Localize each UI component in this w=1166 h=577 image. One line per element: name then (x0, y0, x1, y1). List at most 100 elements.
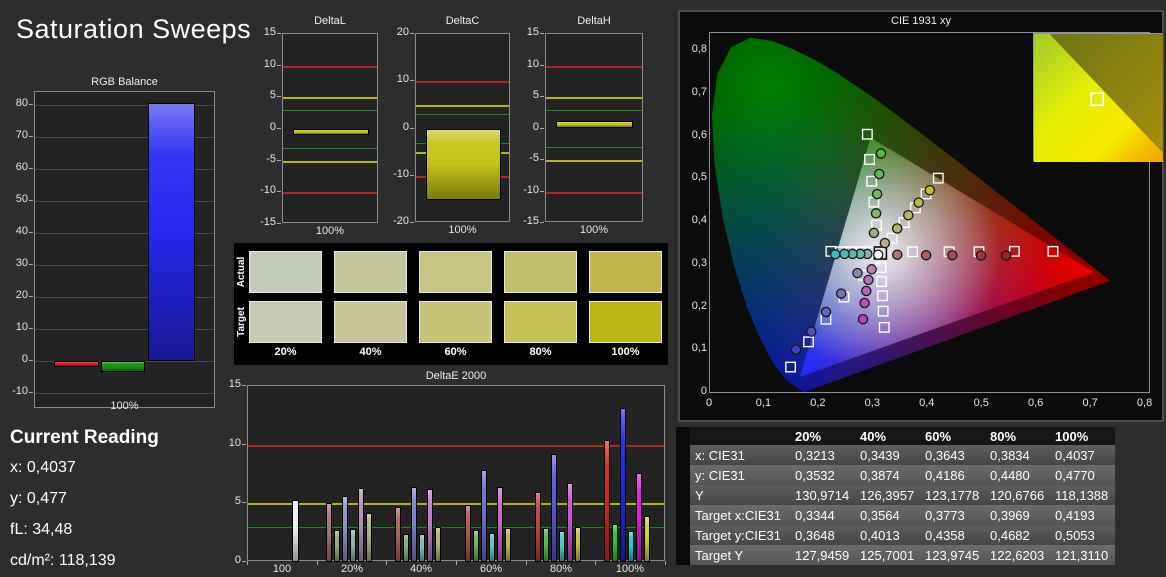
delta-e-bar-80%-1 (543, 528, 549, 562)
y-tick-mark (410, 174, 414, 176)
y-tick-mark (242, 561, 246, 562)
value-cell: 0,3834 (985, 445, 1050, 465)
delta-c-plot (415, 33, 510, 222)
y-tick-label: 20 (396, 26, 409, 38)
y-tick-label: 60 (15, 160, 28, 173)
y-tick-mark (277, 96, 281, 98)
row-marker-cell (676, 485, 690, 505)
measured-marker-magenta (859, 297, 870, 309)
y-tick-label: 10 (396, 73, 409, 86)
y-tick-label: -10 (523, 183, 539, 196)
cie-y-tick-label: 0,2 (691, 299, 707, 312)
y-tick-mark (277, 33, 281, 34)
y-tick-mark (29, 231, 33, 233)
value-cell: 123,1778 (920, 485, 985, 505)
cie-y-tick-label: 0,1 (691, 342, 707, 355)
delta-e-group-label: 60% (479, 563, 503, 575)
delta-e-bar-100%-5 (644, 516, 650, 562)
y-tick-label: 0 (234, 554, 241, 566)
swatch-actual-80% (504, 251, 577, 293)
table-row: Target y:CIE31 0,3648 0,4013 0,4358 0,4682 0,… (676, 525, 1115, 545)
y-tick-label: 5 (234, 495, 241, 508)
row-marker-cell (676, 525, 690, 545)
y-tick-label: -10 (12, 384, 28, 397)
delta-e-group-label: 20% (340, 563, 364, 575)
y-tick-label: 30 (15, 256, 28, 269)
y-tick-label: -10 (260, 184, 276, 197)
table-row: y: CIE31 0,3532 0,3874 0,4186 0,4480 0,4770 (676, 465, 1115, 485)
delta-e-bar-100%-0 (604, 440, 610, 562)
measured-marker-yellow (879, 237, 891, 249)
value-cell: 0,4193 (1050, 505, 1115, 525)
measured-marker-yellow (924, 184, 936, 196)
delta-e-bar-40%-0 (395, 507, 401, 562)
bar-100% (556, 120, 633, 129)
y-tick-mark (29, 103, 33, 105)
delta-e-bar-20%-3 (350, 529, 356, 562)
cie-x-tick-label: 0,4 (919, 397, 935, 409)
measured-marker-magenta (861, 285, 872, 297)
y-tick-label: 80 (15, 96, 28, 109)
header-cell-80%: 80% (985, 427, 1050, 445)
limit-line-1d8a1d (546, 110, 642, 111)
delta-e-bar-60%-2 (481, 470, 487, 562)
measured-marker-blue (820, 306, 832, 318)
y-tick-mark (277, 191, 281, 193)
row-label-cell: y: CIE31 (690, 465, 790, 485)
table-row: x: CIE31 0,3213 0,3439 0,3643 0,3834 0,4037 (676, 445, 1115, 465)
limit-line-b5b517 (416, 105, 509, 107)
value-cell: 122,6203 (985, 545, 1050, 565)
swatch-column-label: 40% (359, 346, 382, 358)
value-cell: 126,3957 (855, 485, 920, 505)
delta-e-bar-100-0 (292, 500, 299, 562)
y-tick-mark (242, 385, 246, 386)
bar-100% (426, 128, 501, 201)
value-cell: 0,4013 (855, 525, 920, 545)
measured-marker-magenta (866, 264, 877, 275)
value-cell: 0,4682 (985, 525, 1050, 545)
delta-e-bar-60%-4 (497, 487, 503, 562)
y-tick-mark (277, 159, 281, 161)
measured-marker-red (975, 250, 987, 261)
delta-e-2000-plot (247, 385, 665, 562)
measured-marker-cyan (839, 248, 850, 260)
y-tick-mark (277, 223, 281, 224)
limit-line (248, 503, 664, 505)
value-cell: 0,3643 (920, 445, 985, 465)
delta-e-bar-100%-3 (628, 531, 634, 562)
swatch-column-label: 80% (529, 346, 552, 358)
delta-e-bar-20%-2 (342, 496, 348, 562)
swatch-row-label: Actual (236, 256, 247, 288)
swatch-target-40% (334, 301, 407, 343)
value-cell: 0,5053 (1050, 525, 1115, 545)
y-tick-label: 15 (526, 26, 539, 38)
y-tick-mark (410, 222, 414, 223)
row-label-cell: x: CIE31 (690, 445, 790, 465)
cie-1931-title: CIE 1931 xy (891, 15, 951, 27)
measured-marker-red (892, 249, 903, 260)
cie-x-tick-label: 0,8 (1136, 397, 1153, 409)
y-tick-label: 10 (526, 57, 539, 70)
current-reading-line: x: 0,4037 (10, 459, 76, 476)
measured-marker-red (1000, 250, 1012, 261)
y-tick-mark (540, 190, 544, 192)
delta-e-bar-60%-0 (465, 505, 471, 562)
measured-marker-magenta (863, 274, 874, 286)
header-label-cell (690, 427, 790, 445)
limit-line-b5b517 (546, 97, 642, 99)
swatch-target-80% (504, 301, 577, 343)
row-marker-cell (676, 465, 690, 485)
bar-red (54, 360, 99, 368)
current-reading-heading: Current Reading (10, 427, 159, 448)
cie-x-tick-label: 0,7 (1082, 397, 1098, 409)
delta-e-bar-60%-3 (489, 533, 495, 562)
measured-marker-green (870, 208, 882, 219)
value-cell: 123,9745 (920, 545, 985, 565)
table-row: Target Y 127,9459 125,7001 123,9745 122,6203… (676, 545, 1115, 565)
value-cell: 125,7001 (855, 545, 920, 565)
cie-1931-panel: CIE 1931 xy 0 0,1 0,2 0,3 0,4 0,5 0,6 0,7 0,8 0 0,1… (678, 10, 1164, 422)
limit-line (248, 445, 664, 447)
current-reading-line: y: 0,477 (10, 490, 67, 507)
delta-e-bar-20%-0 (326, 503, 332, 562)
delta-e-bar-40%-2 (411, 487, 417, 562)
